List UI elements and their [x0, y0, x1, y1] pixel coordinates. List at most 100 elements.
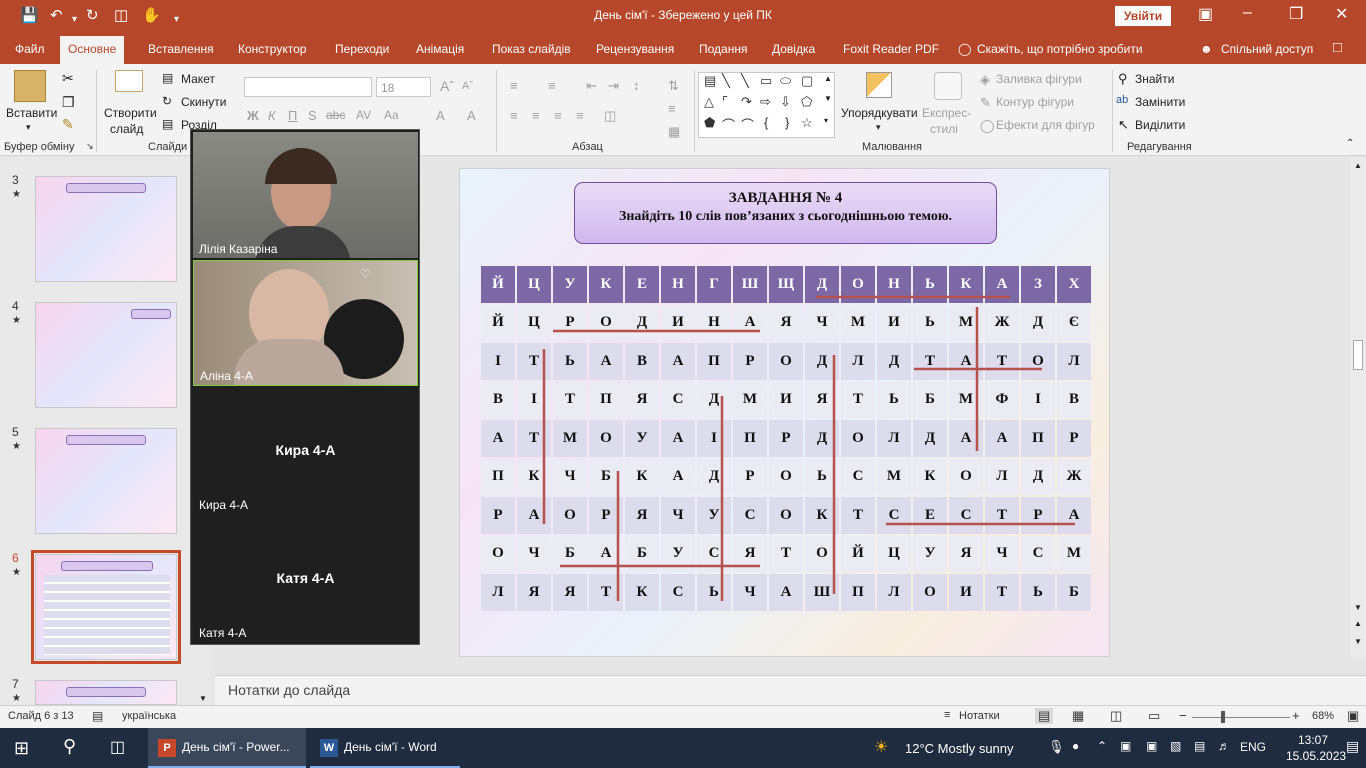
font-color-icon[interactable]: A — [436, 108, 445, 123]
layout-button[interactable]: Макет — [181, 72, 215, 86]
columns-icon[interactable]: ◫ — [604, 108, 616, 124]
start-windows-icon[interactable]: ⊞ — [14, 738, 29, 759]
share-button[interactable]: Спільний доступ — [1221, 42, 1313, 56]
comments-icon[interactable]: □ — [1333, 39, 1342, 56]
cut-icon[interactable]: ✂ — [62, 70, 74, 87]
slide-thumbnail-4[interactable] — [35, 302, 177, 408]
hidden-icons-icon[interactable]: ⌃ — [1097, 739, 1107, 753]
increase-indent-icon[interactable]: ⇥ — [608, 78, 619, 94]
battery-icon[interactable]: ▧ — [1170, 739, 1181, 753]
char-spacing-icon[interactable]: AV — [356, 108, 371, 122]
slideshow-icon[interactable]: ▭ — [1148, 708, 1160, 724]
rounded-rect-shape-icon[interactable]: ▢ — [801, 73, 813, 89]
align-text-icon[interactable]: ≡ — [668, 101, 676, 116]
tab-insert[interactable]: Вставлення — [148, 42, 214, 56]
left-brace-icon[interactable]: { — [764, 115, 768, 130]
sign-in-button[interactable]: Увійти — [1115, 6, 1171, 26]
tab-foxit[interactable]: Foxit Reader PDF — [843, 42, 939, 56]
previous-slide-icon[interactable]: ▲ — [1354, 619, 1362, 628]
copy-icon[interactable]: ❐ — [62, 94, 75, 111]
shape-effects-button[interactable]: Ефекти для фігур — [996, 118, 1095, 132]
shape-outline-button[interactable]: Контур фігури — [996, 95, 1074, 109]
language-indicator[interactable]: українська — [122, 710, 176, 722]
paste-icon[interactable] — [14, 70, 46, 102]
right-arrow-shape-icon[interactable]: ⇨ — [760, 94, 771, 110]
oval-shape-icon[interactable]: ⬭ — [780, 73, 791, 89]
volume-icon[interactable]: ♬ — [1218, 739, 1230, 753]
keyboard-language[interactable]: ENG — [1240, 740, 1266, 754]
slide-thumbnail-3[interactable] — [35, 176, 177, 282]
new-slide-icon[interactable] — [115, 70, 143, 92]
tab-view[interactable]: Подання — [699, 42, 747, 56]
underline-icon[interactable]: П — [288, 108, 297, 123]
video-tile-katia[interactable]: Катя 4-А Катя 4-А — [193, 516, 418, 642]
shape-fill-button[interactable]: Заливка фігури — [996, 72, 1082, 86]
shadow-icon[interactable]: S — [308, 108, 317, 123]
curved-connector-icon[interactable]: ↷ — [741, 94, 752, 110]
flowchart-shape-icon[interactable]: ⬠ — [801, 94, 812, 110]
scroll-down-icon[interactable]: ▼ — [199, 694, 207, 703]
quick-styles-button-line2[interactable]: стилі — [930, 122, 958, 136]
strikethrough-icon[interactable]: abc — [326, 108, 345, 122]
numbering-icon[interactable]: ≡ — [548, 78, 556, 93]
format-painter-icon[interactable]: ✎ — [62, 116, 74, 133]
video-tile-alina[interactable]: ♡ Аліна 4-А — [193, 260, 418, 386]
align-center-icon[interactable]: ≡ — [532, 108, 540, 123]
font-name-input[interactable] — [244, 77, 372, 97]
clock-date[interactable]: 15.05.2023 — [1286, 749, 1346, 763]
font-size-input[interactable]: 18 — [376, 77, 431, 97]
zoom-in-icon[interactable]: + — [1292, 708, 1300, 723]
line-shape-icon-2[interactable]: ╲ — [741, 73, 749, 89]
paste-dropdown-icon[interactable]: ▾ — [26, 122, 31, 133]
slide-sorter-icon[interactable]: ▦ — [1072, 708, 1084, 724]
clock-time[interactable]: 13:07 — [1298, 733, 1328, 747]
gallery-up-icon[interactable]: ▲ — [824, 74, 832, 83]
change-case-icon[interactable]: Aa — [384, 108, 399, 122]
curve-shape-icon[interactable]: ⌒ — [722, 115, 735, 134]
slide-thumbnail-7[interactable] — [35, 680, 177, 705]
select-button[interactable]: Виділити — [1135, 118, 1185, 132]
tab-design[interactable]: Конструктор — [238, 42, 306, 56]
bold-icon[interactable]: Ж — [247, 108, 259, 123]
notifications-icon[interactable]: ▤ — [1346, 738, 1359, 755]
arrange-button[interactable]: Упорядкувати — [841, 106, 918, 120]
tab-review[interactable]: Рецензування — [596, 42, 674, 56]
text-direction-icon[interactable]: ⇅ — [668, 78, 679, 94]
next-slide-icon[interactable]: ▼ — [1354, 637, 1362, 646]
video-tile-kyra[interactable]: Кира 4-А Кира 4-А — [193, 388, 418, 514]
spell-check-icon[interactable]: ▤ — [92, 709, 103, 723]
normal-view-icon[interactable]: ▤ — [1035, 708, 1054, 724]
pentagon-shape-icon[interactable]: ⬟ — [704, 115, 715, 131]
zoom-level[interactable]: 68% — [1312, 710, 1334, 722]
tab-home[interactable]: Основне — [60, 36, 125, 64]
zoom-out-icon[interactable]: − — [1179, 708, 1187, 723]
align-left-icon[interactable]: ≡ — [510, 108, 518, 123]
tab-file[interactable]: Файл — [15, 42, 45, 56]
microphone-icon[interactable]: 🎙 — [1048, 739, 1065, 755]
tab-animations[interactable]: Анімація — [416, 42, 464, 56]
collapse-ribbon-icon[interactable]: ⌃ — [1346, 138, 1354, 149]
taskbar-app-word[interactable]: W День сім'ї - Word — [310, 728, 460, 768]
notes-toggle-button[interactable]: Нотатки — [959, 710, 1000, 722]
quick-styles-button[interactable]: Експрес- — [922, 106, 971, 120]
line-spacing-icon[interactable]: ↕ — [633, 78, 640, 93]
highlight-icon[interactable]: A — [467, 108, 476, 123]
arrange-icon[interactable] — [866, 72, 892, 98]
slide-scrollbar[interactable]: ▲ ▼ ▲ ▼ — [1350, 157, 1366, 657]
right-brace-icon[interactable]: } — [785, 115, 789, 130]
slide-thumbnail-5[interactable] — [35, 428, 177, 534]
zoom-slider-thumb[interactable] — [1221, 711, 1225, 723]
smartart-icon[interactable]: ▦ — [668, 124, 680, 140]
slide-thumbnail-6[interactable] — [31, 550, 181, 664]
arc-shape-icon[interactable]: ⌒ — [741, 115, 754, 134]
gallery-down-icon[interactable]: ▼ — [824, 94, 832, 103]
tray-app-icon-2[interactable]: ▣ — [1146, 739, 1157, 753]
decrease-indent-icon[interactable]: ⇤ — [586, 78, 597, 94]
grow-font-icon[interactable]: Aˆ — [440, 78, 454, 94]
shrink-font-icon[interactable]: Aˇ — [462, 80, 473, 92]
triangle-shape-icon[interactable]: △ — [704, 94, 714, 110]
tell-me-search[interactable]: Скажіть, що потрібно зробити — [977, 42, 1143, 56]
meet-icon[interactable]: ● — [1072, 739, 1079, 753]
tab-transitions[interactable]: Переходи — [335, 42, 389, 56]
text-box-icon[interactable]: ▤ — [704, 73, 716, 89]
